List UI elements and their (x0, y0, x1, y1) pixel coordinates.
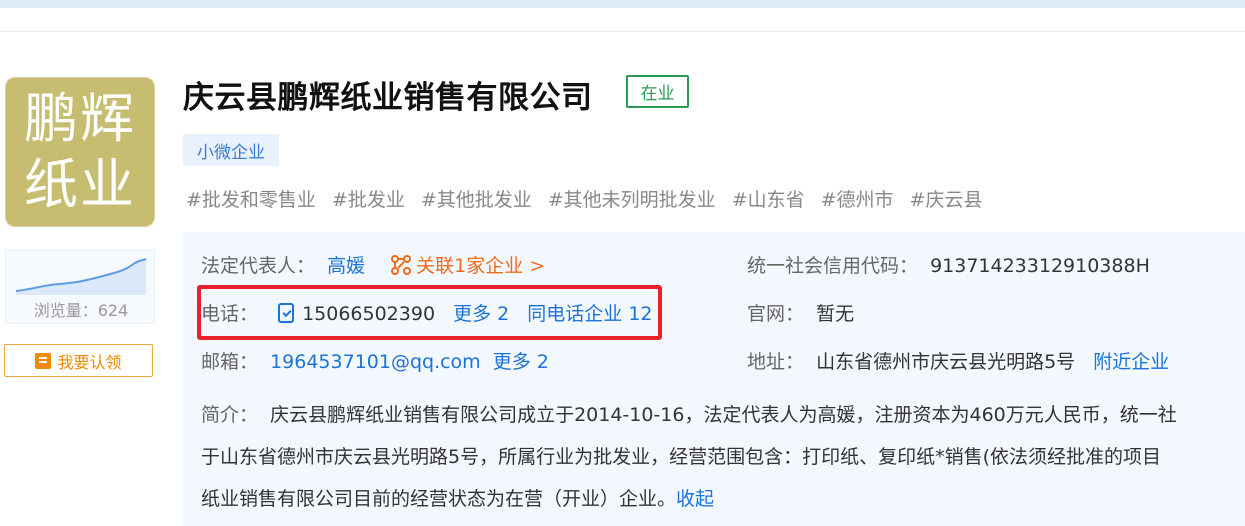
intro-line-1: 简介： 庆云县鹏辉纸业销售有限公司成立于2014-10-16，法定代表人为高媛，… (201, 394, 1245, 436)
credit-code-value: 91371423312910388H (930, 255, 1150, 277)
status-badge: 在业 (626, 75, 689, 108)
collapse-link[interactable]: 收起 (676, 488, 714, 510)
nearby-companies-link[interactable]: 附近企业 (1093, 351, 1169, 373)
company-logo: 鹏辉 纸业 (5, 77, 155, 227)
trend-sparkline-icon (15, 258, 147, 295)
company-intro: 简介： 庆云县鹏辉纸业销售有限公司成立于2014-10-16，法定代表人为高媛，… (201, 394, 1245, 520)
industry-tag[interactable]: #其他未列明批发业 (548, 185, 716, 212)
top-divider (0, 31, 1245, 32)
related-companies-label: 关联1家企业 > (416, 255, 546, 277)
legal-rep-label: 法定代表人： (201, 255, 316, 277)
top-band (0, 0, 1245, 8)
credit-code-label: 统一社会信用代码： (747, 255, 919, 277)
claim-icon (35, 352, 52, 369)
browse-count-card: 浏览量：624 (5, 250, 155, 324)
industry-tag[interactable]: #山东省 (732, 185, 805, 212)
website-row: 官网： 暂无 (747, 299, 854, 326)
website-label: 官网： (747, 303, 805, 325)
legal-rep-link[interactable]: 高媛 (327, 255, 365, 277)
industry-tag[interactable]: #其他批发业 (421, 185, 532, 212)
phone-highlight-box (197, 285, 662, 340)
intro-text-3: 纸业销售有限公司目前的经营状态为在营（开业）企业。 (201, 488, 677, 510)
industry-tags: #批发和零售业 #批发业 #其他批发业 #其他未列明批发业 #山东省 #德州市 … (186, 185, 982, 212)
address-row: 地址： 山东省德州市庆云县光明路5号 附近企业 (747, 347, 1169, 374)
industry-tag[interactable]: #庆云县 (910, 185, 983, 212)
industry-tag[interactable]: #批发业 (332, 185, 405, 212)
logo-text-line1: 鹏辉 (24, 87, 136, 150)
intro-label: 简介： (201, 404, 259, 426)
company-name: 庆云县鹏辉纸业销售有限公司 (183, 80, 593, 116)
industry-tag[interactable]: #德州市 (821, 185, 894, 212)
size-tag[interactable]: 小微企业 (183, 134, 279, 166)
related-companies-link[interactable]: 关联1家企业 > (391, 255, 545, 277)
relation-graph-icon (391, 255, 412, 275)
email-link[interactable]: 1964537101@qq.com (270, 351, 481, 373)
email-row: 邮箱： 1964537101@qq.com 更多 2 (201, 347, 549, 374)
address-label: 地址： (747, 351, 805, 373)
intro-text-1: 庆云县鹏辉纸业销售有限公司成立于2014-10-16，法定代表人为高媛，注册资本… (270, 404, 1177, 426)
claim-button[interactable]: 我要认领 (4, 344, 153, 377)
credit-code-row: 统一社会信用代码： 91371423312910388H (747, 251, 1150, 278)
legal-rep-row: 法定代表人： 高媛 关联1家企业 > (201, 251, 545, 278)
email-more-link[interactable]: 更多 2 (493, 351, 549, 373)
industry-tag[interactable]: #批发和零售业 (186, 185, 316, 212)
email-label: 邮箱： (201, 351, 259, 373)
claim-button-label: 我要认领 (57, 352, 122, 372)
intro-line-3: 纸业销售有限公司目前的经营状态为在营（开业）企业。收起 (201, 478, 1245, 520)
intro-line-2: 于山东省德州市庆云县光明路5号，所属行业为批发业，经营范围包含：打印纸、复印纸*… (201, 446, 1162, 468)
logo-text-line2: 纸业 (24, 153, 136, 216)
address-value: 山东省德州市庆云县光明路5号 (816, 351, 1076, 373)
website-value: 暂无 (816, 303, 855, 325)
browse-count: 浏览量：624 (33, 301, 129, 320)
